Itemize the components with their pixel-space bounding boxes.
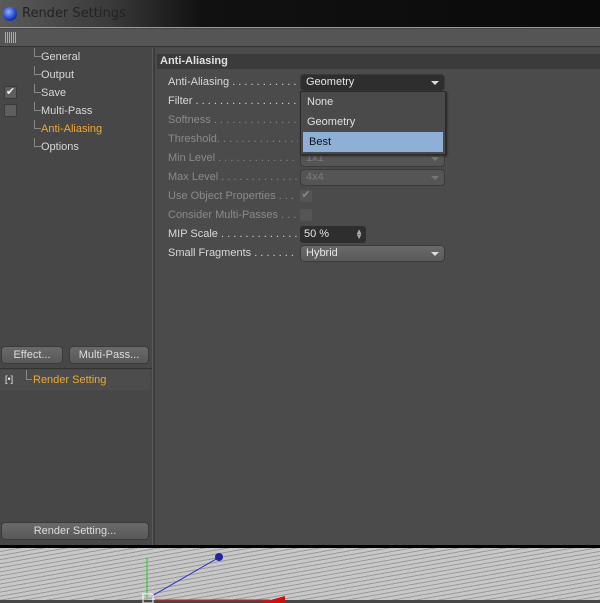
chevron-down-icon bbox=[431, 157, 439, 161]
mip-scale-input[interactable]: 50 % ▲ ▼ bbox=[300, 226, 366, 243]
3d-viewport[interactable] bbox=[0, 545, 600, 603]
tree-line bbox=[26, 370, 32, 380]
tree-item-anti-aliasing[interactable]: Anti-Aliasing bbox=[0, 120, 152, 138]
field-label: Consider Multi-Passes . . . bbox=[168, 209, 297, 221]
mip-scale-row: MIP Scale . . . . . . . . . . . . . . .5… bbox=[168, 226, 448, 244]
render-setting-label: Render Setting bbox=[33, 374, 107, 386]
stepper-arrows-icon[interactable]: ▲ ▼ bbox=[355, 228, 363, 241]
tree-item-output[interactable]: Output bbox=[0, 66, 152, 84]
field-label: Filter . . . . . . . . . . . . . . . . .… bbox=[168, 95, 298, 107]
menu-item-none[interactable]: None bbox=[301, 92, 445, 112]
use-object-properties-row: Use Object Properties . . . ✔ bbox=[168, 188, 448, 206]
dropdown-value: Hybrid bbox=[306, 247, 338, 259]
save-checkbox[interactable]: ✔ bbox=[4, 86, 17, 99]
separator bbox=[0, 368, 152, 369]
toolbar bbox=[0, 29, 600, 47]
tree-item-label: Save bbox=[41, 87, 67, 99]
tree-item-label: Anti-Aliasing bbox=[41, 123, 103, 135]
target-icon: [•] bbox=[5, 374, 14, 384]
use-object-properties-checkbox[interactable]: ✔ bbox=[300, 190, 312, 202]
field-label: Use Object Properties . . . bbox=[168, 190, 294, 202]
max-level-row: Max Level . . . . . . . . . . . . . . 4x4 bbox=[168, 169, 448, 187]
small-fragments-row: Small Fragments . . . . . . . Hybrid bbox=[168, 245, 448, 263]
anti-aliasing-row: Anti-Aliasing . . . . . . . . . . . Geome… bbox=[168, 74, 448, 92]
menu-item-geometry[interactable]: Geometry bbox=[301, 112, 445, 132]
menu-item-best[interactable]: Best bbox=[303, 132, 443, 152]
window-title: Render Settings bbox=[22, 6, 126, 21]
field-label: Max Level . . . . . . . . . . . . . . bbox=[168, 171, 298, 183]
dropdown-value: 4x4 bbox=[306, 171, 324, 183]
chevron-down-icon bbox=[431, 252, 439, 256]
anti-aliasing-dropdown[interactable]: Geometry bbox=[300, 74, 445, 91]
app-icon bbox=[3, 7, 17, 21]
tree-item-label: General bbox=[41, 51, 81, 63]
small-fragments-dropdown[interactable]: Hybrid bbox=[300, 245, 445, 262]
tree-item-options[interactable]: Options bbox=[0, 138, 152, 156]
field-label: MIP Scale . . . . . . . . . . . . . . . bbox=[168, 228, 298, 240]
tree-item-label: Options bbox=[41, 141, 79, 153]
render-setting-item[interactable]: [•] Render Setting bbox=[0, 370, 150, 390]
section-header: Anti-Aliasing bbox=[157, 54, 600, 69]
field-label: Anti-Aliasing . . . . . . . . . . . bbox=[168, 76, 297, 88]
field-label: Threshold. . . . . . . . . . . . . . . bbox=[168, 133, 298, 145]
axis-gizmo-icon bbox=[142, 553, 285, 603]
tree-item-save[interactable]: ✔ Save bbox=[0, 84, 152, 102]
max-level-dropdown[interactable]: 4x4 bbox=[300, 169, 445, 186]
tree-item-general[interactable]: General bbox=[0, 48, 152, 66]
dropdown-value: Geometry bbox=[306, 76, 355, 88]
anti-aliasing-dropdown-menu: None Geometry Best bbox=[300, 91, 446, 155]
multi-pass-button[interactable]: Multi-Pass... bbox=[69, 346, 149, 364]
input-value: 50 % bbox=[304, 228, 330, 240]
consider-multi-passes-checkbox[interactable] bbox=[300, 209, 312, 221]
multi-pass-checkbox[interactable] bbox=[4, 104, 17, 117]
field-label: Softness . . . . . . . . . . . . . . . . bbox=[168, 114, 298, 126]
title-bar: Render Settings bbox=[0, 0, 600, 28]
effect-button[interactable]: Effect... bbox=[1, 346, 63, 364]
grip-icon[interactable] bbox=[5, 32, 17, 43]
chevron-down-icon bbox=[431, 176, 439, 180]
consider-multi-passes-row: Consider Multi-Passes . . . bbox=[168, 207, 448, 225]
tree-item-multi-pass[interactable]: Multi-Pass bbox=[0, 102, 152, 120]
chevron-down-icon bbox=[431, 81, 439, 85]
tree-item-label: Output bbox=[41, 69, 75, 81]
render-setting-button[interactable]: Render Setting... bbox=[1, 522, 149, 540]
field-label: Small Fragments . . . . . . . bbox=[168, 247, 294, 259]
field-label: Min Level . . . . . . . . . . . . . . bbox=[168, 152, 298, 164]
tree-item-label: Multi-Pass bbox=[41, 105, 93, 117]
